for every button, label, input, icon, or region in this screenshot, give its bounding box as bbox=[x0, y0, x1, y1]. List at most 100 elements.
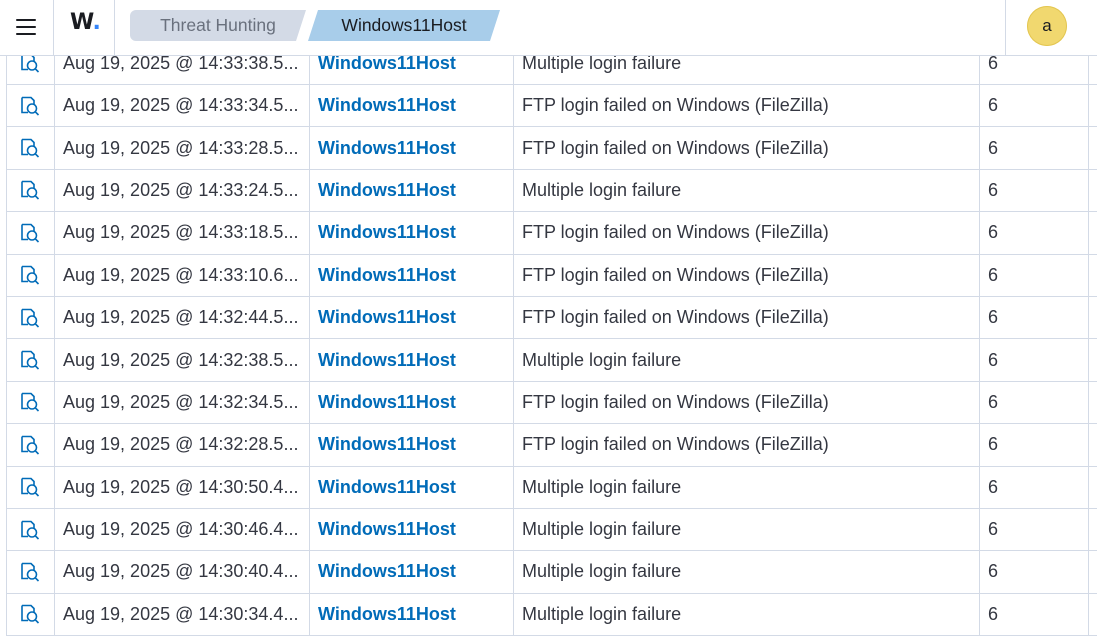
rule-description-cell: FTP login failed on Windows (FileZilla) bbox=[522, 137, 829, 158]
inspect-document-icon[interactable] bbox=[19, 349, 41, 371]
timestamp-cell: Aug 19, 2025 @ 14:30:50.4... bbox=[63, 476, 299, 497]
table-row: Aug 19, 2025 @ 14:32:28.5... Windows11Hos… bbox=[6, 424, 1097, 467]
inspect-document-icon[interactable] bbox=[19, 222, 41, 244]
inspect-document-icon[interactable] bbox=[19, 137, 41, 159]
column-divider bbox=[513, 466, 514, 508]
column-divider bbox=[513, 424, 514, 466]
column-divider bbox=[309, 169, 310, 212]
column-divider bbox=[1088, 593, 1089, 636]
column-divider bbox=[1088, 212, 1089, 254]
inspect-document-icon[interactable] bbox=[19, 434, 41, 456]
inspect-document-icon[interactable] bbox=[19, 391, 41, 413]
column-divider bbox=[1088, 339, 1089, 381]
column-divider bbox=[513, 551, 514, 593]
inspect-document-icon[interactable] bbox=[19, 264, 41, 286]
timestamp-cell: Aug 19, 2025 @ 14:33:28.5... bbox=[63, 137, 299, 158]
column-divider bbox=[979, 254, 980, 296]
column-divider bbox=[54, 466, 55, 508]
row-action-cell bbox=[6, 170, 54, 211]
inspect-document-icon[interactable] bbox=[19, 476, 41, 498]
column-divider bbox=[309, 296, 310, 339]
column-divider bbox=[513, 296, 514, 339]
events-table: Aug 19, 2025 @ 14:33:38.5... Windows11Hos… bbox=[6, 42, 1097, 637]
hamburger-menu-icon[interactable] bbox=[11, 12, 41, 42]
table-row: Aug 19, 2025 @ 14:32:34.5... Windows11Hos… bbox=[6, 381, 1097, 425]
user-avatar[interactable]: a bbox=[1027, 6, 1067, 46]
breadcrumb-threat-hunting[interactable]: Threat Hunting bbox=[130, 10, 306, 41]
column-divider bbox=[309, 85, 310, 127]
rule-level-cell: 6 bbox=[988, 95, 999, 116]
inspect-document-icon[interactable] bbox=[19, 179, 41, 201]
rule-level-cell: 6 bbox=[988, 603, 999, 624]
rule-level-cell: 6 bbox=[988, 349, 999, 370]
column-divider bbox=[513, 169, 514, 212]
agent-link[interactable]: Windows11Host bbox=[318, 382, 513, 423]
inspect-document-icon[interactable] bbox=[19, 561, 41, 583]
row-action-cell bbox=[6, 382, 54, 423]
column-divider bbox=[54, 127, 55, 169]
logo-dot: . bbox=[92, 10, 101, 35]
column-divider bbox=[979, 466, 980, 508]
agent-link[interactable]: Windows11Host bbox=[318, 85, 513, 126]
agent-link[interactable]: Windows11Host bbox=[318, 467, 513, 508]
column-divider bbox=[1088, 254, 1089, 296]
rule-description-cell: FTP login failed on Windows (FileZilla) bbox=[522, 434, 829, 455]
agent-link[interactable]: Windows11Host bbox=[318, 212, 513, 253]
rule-level-cell: 6 bbox=[988, 137, 999, 158]
row-action-cell bbox=[6, 594, 54, 635]
column-divider bbox=[979, 212, 980, 254]
rule-level-cell: 6 bbox=[988, 519, 999, 540]
agent-link[interactable]: Windows11Host bbox=[318, 424, 513, 465]
table-row: Aug 19, 2025 @ 14:33:28.5... Windows11Hos… bbox=[6, 127, 1097, 170]
rule-description-cell: FTP login failed on Windows (FileZilla) bbox=[522, 95, 829, 116]
rule-description-cell: FTP login failed on Windows (FileZilla) bbox=[522, 264, 829, 285]
column-divider bbox=[54, 254, 55, 296]
rule-level-cell: 6 bbox=[988, 561, 999, 582]
agent-link[interactable]: Windows11Host bbox=[318, 297, 513, 338]
column-divider bbox=[513, 254, 514, 296]
table-row: Aug 19, 2025 @ 14:30:40.4... Windows11Hos… bbox=[6, 551, 1097, 594]
row-action-cell bbox=[6, 127, 54, 168]
column-divider bbox=[1088, 169, 1089, 212]
column-divider bbox=[513, 212, 514, 254]
agent-link[interactable]: Windows11Host bbox=[318, 339, 513, 380]
rule-level-cell: 6 bbox=[988, 222, 999, 243]
timestamp-cell: Aug 19, 2025 @ 14:32:34.5... bbox=[63, 391, 299, 412]
agent-link[interactable]: Windows11Host bbox=[318, 127, 513, 168]
rule-description-cell: Multiple login failure bbox=[522, 476, 682, 497]
column-divider bbox=[1088, 381, 1089, 424]
column-divider bbox=[979, 508, 980, 551]
app-logo[interactable]: W. bbox=[70, 10, 101, 35]
agent-link[interactable]: Windows11Host bbox=[318, 594, 513, 635]
inspect-document-icon[interactable] bbox=[19, 603, 41, 625]
rule-description-cell: Multiple login failure bbox=[522, 561, 682, 582]
timestamp-cell: Aug 19, 2025 @ 14:32:28.5... bbox=[63, 434, 299, 455]
rule-description-cell: FTP login failed on Windows (FileZilla) bbox=[522, 222, 829, 243]
column-divider bbox=[1088, 85, 1089, 127]
timestamp-cell: Aug 19, 2025 @ 14:32:44.5... bbox=[63, 307, 299, 328]
agent-link[interactable]: Windows11Host bbox=[318, 170, 513, 211]
table-row: Aug 19, 2025 @ 14:33:34.5... Windows11Hos… bbox=[6, 85, 1097, 128]
header-divider bbox=[1005, 0, 1006, 55]
table-row: Aug 19, 2025 @ 14:32:44.5... Windows11Hos… bbox=[6, 296, 1097, 340]
agent-link[interactable]: Windows11Host bbox=[318, 551, 513, 592]
inspect-document-icon[interactable] bbox=[19, 519, 41, 541]
table-row: Aug 19, 2025 @ 14:32:38.5... Windows11Hos… bbox=[6, 339, 1097, 382]
column-divider bbox=[309, 593, 310, 636]
table-row: Aug 19, 2025 @ 14:33:24.5... Windows11Hos… bbox=[6, 169, 1097, 213]
agent-link[interactable]: Windows11Host bbox=[318, 509, 513, 550]
column-divider bbox=[54, 593, 55, 636]
column-divider bbox=[513, 127, 514, 169]
agent-link[interactable]: Windows11Host bbox=[318, 255, 513, 296]
column-divider bbox=[309, 508, 310, 551]
column-divider bbox=[513, 508, 514, 551]
column-divider bbox=[513, 339, 514, 381]
column-divider bbox=[979, 551, 980, 593]
column-divider bbox=[1088, 127, 1089, 169]
inspect-document-icon[interactable] bbox=[19, 95, 41, 117]
inspect-document-icon[interactable] bbox=[19, 307, 41, 329]
column-divider bbox=[309, 424, 310, 466]
breadcrumb-windows11host[interactable]: Windows11Host bbox=[308, 10, 500, 41]
row-action-cell bbox=[6, 85, 54, 126]
column-divider bbox=[309, 127, 310, 169]
